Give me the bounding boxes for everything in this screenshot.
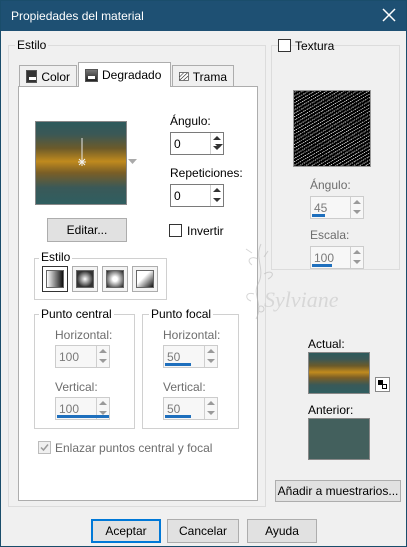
texture-angle-label: Ángulo: <box>310 178 351 192</box>
invert-checkbox[interactable] <box>169 224 182 237</box>
texture-label: Textura <box>295 39 335 53</box>
texture-preview[interactable] <box>293 90 371 167</box>
pattern-tab-icon <box>179 72 189 81</box>
tab-color-label: Color <box>41 69 70 84</box>
focal-horizontal-label: Horizontal: <box>163 328 221 342</box>
gradient-style-label: Estilo <box>39 250 73 264</box>
focal-horizontal-stepper[interactable]: 50 <box>163 345 218 368</box>
angle-dropdown-icon[interactable] <box>215 137 224 149</box>
cancel-button[interactable]: Cancelar <box>167 519 239 543</box>
center-horizontal-stepper[interactable]: 100 <box>55 345 110 368</box>
color-tab-icon <box>26 70 38 83</box>
previous-material-swatch[interactable] <box>308 418 370 460</box>
texture-angle-arrows[interactable] <box>350 197 363 218</box>
center-horizontal-arrows[interactable] <box>96 346 109 367</box>
style-sunburst-button[interactable] <box>102 266 128 292</box>
center-horizontal-label: Horizontal: <box>55 328 113 342</box>
texture-angle-stepper[interactable]: 45 <box>310 196 364 219</box>
ok-button[interactable]: Aceptar <box>91 519 161 543</box>
style-linear-button[interactable] <box>42 266 68 292</box>
previous-label: Anterior: <box>308 403 354 417</box>
invert-label: Invertir <box>187 224 224 238</box>
radial-style-icon <box>136 270 154 288</box>
chevron-down-icon[interactable] <box>128 159 137 165</box>
focal-vertical-slider[interactable] <box>165 415 191 418</box>
title-bar: Propiedades del material <box>1 1 406 31</box>
center-vertical-stepper[interactable]: 100 <box>55 397 110 420</box>
swap-button[interactable] <box>375 377 390 392</box>
center-point-label: Punto central <box>39 307 114 321</box>
style-radial-button[interactable] <box>132 266 158 292</box>
tab-pattern[interactable]: Trama <box>172 65 234 87</box>
tab-gradient[interactable]: Degradado <box>78 62 171 87</box>
focal-horizontal-slider[interactable] <box>165 363 191 366</box>
edit-gradient-button[interactable]: Editar... <box>47 218 127 242</box>
focal-vertical-stepper[interactable]: 50 <box>163 397 218 420</box>
linear-style-icon <box>46 270 64 288</box>
gradient-tab-icon <box>85 68 98 82</box>
material-properties-dialog: Propiedades del material Estilo Color De… <box>0 0 407 547</box>
link-points-label: Enlazar puntos central y focal <box>55 441 213 455</box>
center-vertical-slider[interactable] <box>57 415 109 418</box>
texture-angle-value: 45 <box>314 201 328 215</box>
tab-color[interactable]: Color <box>19 65 77 87</box>
tab-gradient-label: Degradado <box>102 68 162 82</box>
close-icon[interactable] <box>380 6 398 24</box>
focal-vertical-arrows[interactable] <box>204 398 217 419</box>
current-label: Actual: <box>308 337 345 351</box>
center-vertical-value: 100 <box>59 402 80 416</box>
repeats-label: Repeticiones: <box>170 166 243 180</box>
style-group-label: Estilo <box>15 38 49 52</box>
tab-pattern-label: Trama <box>192 69 227 84</box>
watermark-text: Sylviane <box>264 287 339 312</box>
link-points-checkbox[interactable] <box>38 441 51 454</box>
focal-vertical-label: Vertical: <box>163 380 206 394</box>
focal-horizontal-value: 50 <box>167 350 181 364</box>
help-button[interactable]: Ayuda <box>247 519 317 543</box>
repeats-value: 0 <box>174 189 181 203</box>
repeats-stepper[interactable]: 0 <box>170 184 224 207</box>
angle-label: Ángulo: <box>170 114 211 128</box>
center-horizontal-value: 100 <box>59 350 80 364</box>
focal-horizontal-arrows[interactable] <box>204 346 217 367</box>
checkmark-icon <box>40 444 49 452</box>
sunburst-style-icon <box>106 270 124 288</box>
swap-colors-icon <box>378 380 387 389</box>
gradient-preview[interactable] <box>35 121 127 205</box>
repeats-spinner-arrows[interactable] <box>210 185 223 206</box>
texture-angle-slider[interactable] <box>312 214 325 217</box>
center-vertical-label: Vertical: <box>55 380 98 394</box>
style-rectangular-button[interactable] <box>72 266 98 292</box>
add-to-swatches-button[interactable]: Añadir a muestrarios... <box>275 480 401 502</box>
focal-vertical-value: 50 <box>167 402 181 416</box>
texture-checkbox[interactable] <box>278 39 291 52</box>
focal-point-label: Punto focal <box>149 307 214 321</box>
current-material-swatch[interactable] <box>308 352 370 394</box>
sylviane-watermark: Sylviane <box>245 243 339 320</box>
gradient-center-marker[interactable] <box>36 122 128 206</box>
rectangular-style-icon <box>76 270 94 288</box>
angle-value: 0 <box>174 137 181 151</box>
window-title: Propiedades del material <box>11 9 144 23</box>
